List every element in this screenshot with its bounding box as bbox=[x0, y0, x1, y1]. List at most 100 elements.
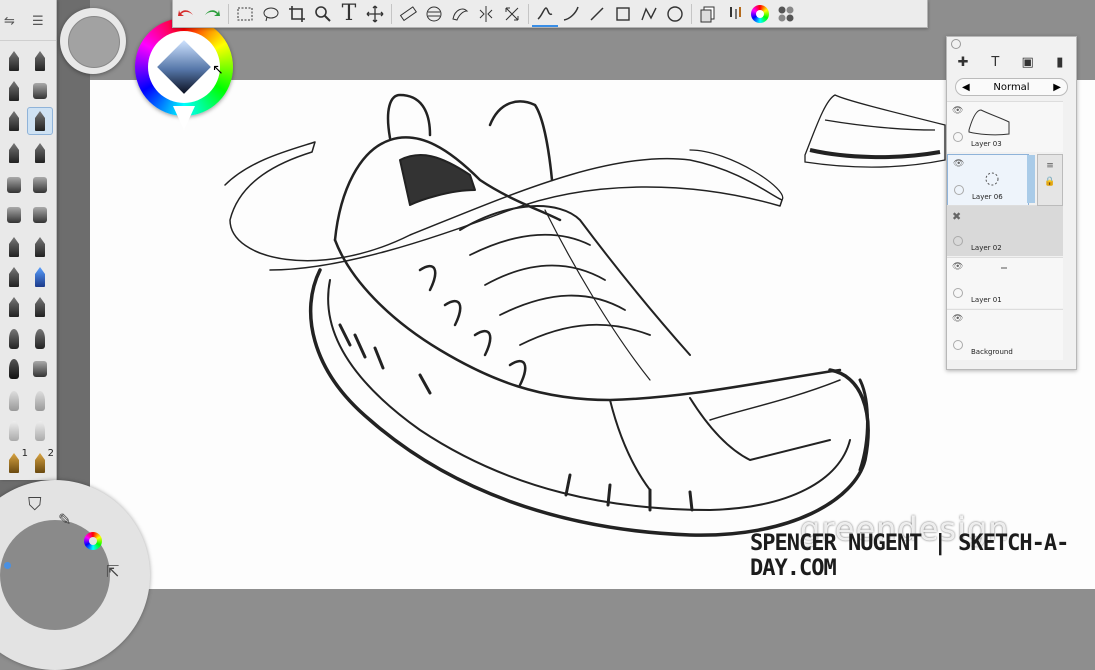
layer-select-radio[interactable] bbox=[953, 340, 963, 350]
brush-airbrush[interactable] bbox=[2, 202, 26, 228]
visibility-eye-icon[interactable]: 👁 bbox=[953, 159, 964, 169]
color-wheel-icon[interactable] bbox=[747, 2, 773, 26]
brush-ink-pen[interactable] bbox=[28, 140, 52, 166]
layer-row[interactable]: 👁 Background bbox=[947, 309, 1063, 360]
image-layer-icon[interactable]: ▣ bbox=[1017, 55, 1039, 70]
layer-row[interactable]: 👁 Layer 03 bbox=[947, 101, 1063, 152]
redo-icon[interactable] bbox=[199, 2, 225, 26]
distort-icon[interactable] bbox=[499, 2, 525, 26]
delete-layer-icon[interactable]: ▮ bbox=[1049, 55, 1071, 70]
brush-hard-eraser[interactable] bbox=[2, 418, 26, 444]
stroke-icon[interactable] bbox=[532, 1, 558, 27]
blend-mode-selector[interactable]: ◀ Normal ▶ bbox=[955, 78, 1068, 96]
layer-row-selected[interactable]: 👁 Layer 06 bbox=[947, 154, 1029, 206]
brush-fan[interactable] bbox=[2, 356, 26, 382]
rect-select-icon[interactable] bbox=[232, 2, 258, 26]
visibility-eye-icon[interactable]: 👁 bbox=[952, 262, 963, 272]
layer-menu-icon[interactable]: ≡ bbox=[1038, 161, 1062, 171]
ruler-icon[interactable] bbox=[395, 2, 421, 26]
brush-pencil[interactable] bbox=[2, 48, 26, 74]
hidden-layer-icon[interactable]: ✖ bbox=[952, 210, 961, 223]
layer-name: Layer 01 bbox=[971, 296, 1002, 304]
brush-felt-tip[interactable] bbox=[2, 140, 26, 166]
brush-blue-pen[interactable] bbox=[28, 264, 52, 290]
brush-flat[interactable] bbox=[28, 356, 52, 382]
ballpoint-icon bbox=[35, 51, 45, 71]
visibility-eye-icon[interactable]: 👁 bbox=[952, 106, 963, 116]
ellipse-guide-icon[interactable] bbox=[421, 2, 447, 26]
felt-tip-icon bbox=[9, 143, 19, 163]
marker-icon bbox=[9, 81, 19, 101]
rectangle-icon[interactable] bbox=[610, 2, 636, 26]
layer-select-radio[interactable] bbox=[954, 185, 964, 195]
brush-settings-icon[interactable]: ⇋ bbox=[4, 14, 15, 29]
toolbar-divider bbox=[391, 3, 392, 24]
lasso-icon[interactable] bbox=[258, 2, 284, 26]
layer-thumbnail bbox=[967, 106, 1011, 138]
layer-select-radio[interactable] bbox=[953, 236, 963, 246]
curve-icon[interactable] bbox=[558, 2, 584, 26]
brush-library-icon[interactable]: ☰ bbox=[32, 14, 44, 29]
brush-paint[interactable] bbox=[2, 234, 26, 260]
fineliner-icon bbox=[9, 111, 19, 131]
layer-actions: ≡ 🔒 bbox=[1037, 154, 1063, 206]
zoom-icon[interactable] bbox=[310, 2, 336, 26]
brush-soft-eraser[interactable] bbox=[28, 388, 52, 414]
brush-pastel[interactable] bbox=[2, 264, 26, 290]
layer-thumbnail bbox=[974, 159, 1018, 191]
brush-custom-2[interactable]: 2 bbox=[28, 448, 54, 476]
text-icon[interactable]: T bbox=[336, 1, 362, 26]
layer-row[interactable]: ✖ Layer 02 bbox=[947, 205, 1063, 256]
brush-ink[interactable] bbox=[2, 294, 26, 320]
layer-select-radio[interactable] bbox=[953, 288, 963, 298]
brush-eraser[interactable] bbox=[2, 388, 26, 414]
layer-opacity-strip[interactable] bbox=[1027, 155, 1035, 203]
text-layer-icon[interactable]: T bbox=[984, 55, 1006, 70]
brush-ballpoint[interactable] bbox=[28, 48, 52, 74]
blend-prev-icon[interactable]: ◀ bbox=[962, 82, 970, 93]
brush-lagoon-icon[interactable]: ⛉ bbox=[28, 494, 42, 515]
brush-technical-pen[interactable] bbox=[27, 107, 53, 135]
brush-soft-eraser-2[interactable] bbox=[28, 418, 52, 444]
crop-icon[interactable] bbox=[284, 2, 310, 26]
layer-panel-close-icon[interactable] bbox=[951, 39, 961, 49]
undo-icon[interactable] bbox=[173, 2, 199, 26]
brush-chisel-marker[interactable] bbox=[28, 172, 52, 198]
brush-marker[interactable] bbox=[2, 78, 26, 104]
brush-fineliner[interactable] bbox=[2, 108, 26, 134]
brush-palette-header: ⇋ ☰ bbox=[0, 0, 56, 41]
pen-lagoon-icon[interactable]: ✎ bbox=[58, 510, 71, 529]
symmetry-icon[interactable] bbox=[473, 2, 499, 26]
french-curve-icon[interactable] bbox=[447, 2, 473, 26]
blend-mode-label: Normal bbox=[993, 81, 1030, 93]
brush-wide-marker[interactable] bbox=[2, 172, 26, 198]
technical-pen-icon bbox=[35, 111, 45, 131]
layer-lock-icon[interactable]: 🔒 bbox=[1038, 177, 1062, 187]
brush-custom-1[interactable]: 1 bbox=[2, 448, 28, 476]
spray-icon bbox=[33, 207, 47, 223]
mouse-cursor-icon: ↖ bbox=[212, 62, 224, 78]
brush-ink-2[interactable] bbox=[28, 294, 52, 320]
brush-blender[interactable] bbox=[28, 326, 52, 352]
move-icon[interactable] bbox=[362, 2, 388, 26]
brush-stroke[interactable] bbox=[28, 78, 52, 104]
saturation-value-diamond[interactable] bbox=[157, 40, 211, 94]
color-puck[interactable] bbox=[60, 8, 126, 74]
brush-spray[interactable] bbox=[28, 202, 52, 228]
line-icon[interactable] bbox=[584, 2, 610, 26]
blend-next-icon[interactable]: ▶ bbox=[1053, 82, 1061, 93]
swatches-icon[interactable] bbox=[773, 2, 799, 26]
add-layer-icon[interactable]: ✚ bbox=[952, 55, 974, 70]
layer-row[interactable]: 👁 Layer 01 bbox=[947, 257, 1063, 308]
visibility-eye-icon[interactable]: 👁 bbox=[952, 314, 963, 324]
layer-select-radio[interactable] bbox=[953, 132, 963, 142]
custom-brush-icon bbox=[35, 453, 45, 473]
polyline-icon[interactable] bbox=[636, 2, 662, 26]
brush-paint-2[interactable] bbox=[28, 234, 52, 260]
circle-icon[interactable] bbox=[662, 2, 688, 26]
color-lagoon-icon[interactable] bbox=[84, 532, 102, 550]
select-lagoon-icon[interactable]: ⇱ bbox=[106, 562, 119, 581]
brushes-icon[interactable] bbox=[721, 2, 747, 26]
brush-smudge[interactable] bbox=[2, 326, 26, 352]
copy-icon[interactable] bbox=[695, 2, 721, 26]
